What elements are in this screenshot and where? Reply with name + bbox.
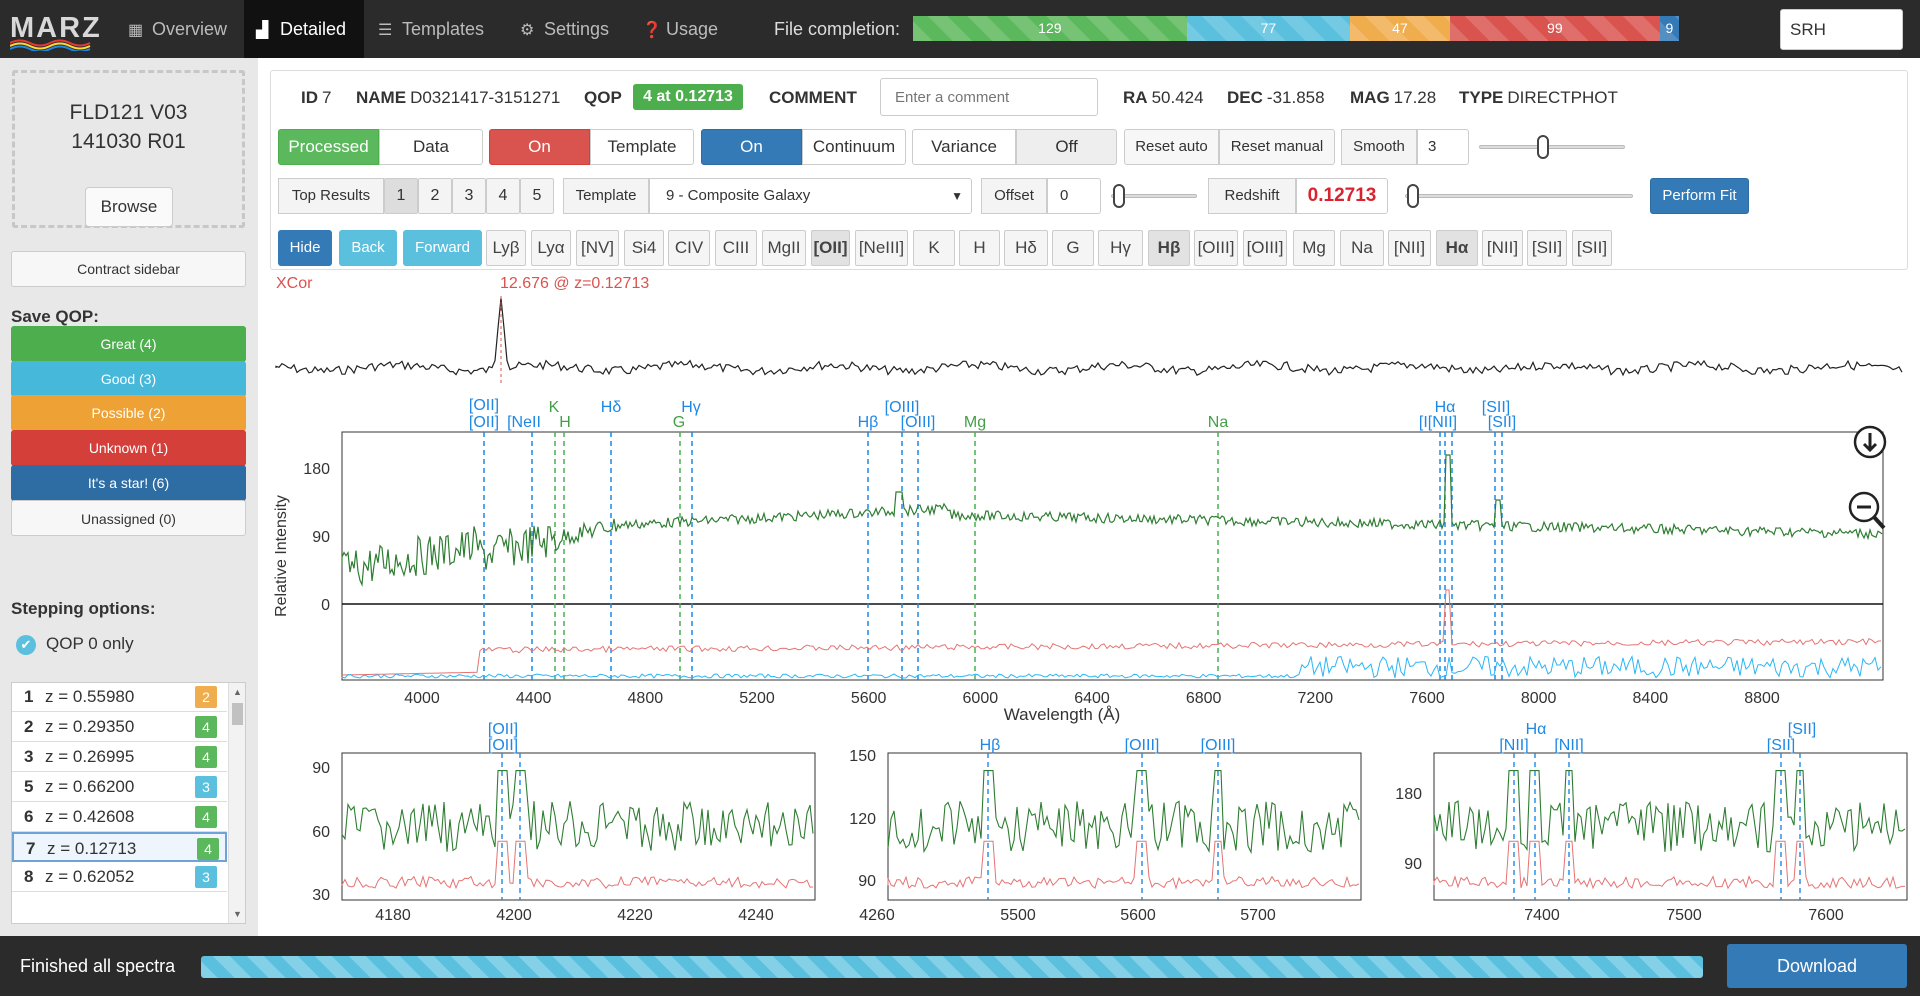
zoom-x-tick-label: 7500 — [1666, 907, 1702, 924]
x-tick-label: 8000 — [1521, 690, 1557, 707]
y-tick-label: 180 — [303, 461, 330, 478]
xcor-trace — [275, 297, 1903, 377]
zoom-x-tick-label: 5700 — [1240, 907, 1276, 924]
emission-line-label: [SII] — [1488, 414, 1516, 431]
progress-bar — [201, 956, 1703, 978]
zoom-x-tick-label: 7400 — [1524, 907, 1560, 924]
zoom-line-label: [SII] — [1788, 721, 1816, 738]
zoom-x-tick-label: 5500 — [1000, 907, 1036, 924]
zoom-y-tick-label: 60 — [312, 824, 330, 841]
emission-line-label: [OIII] — [901, 414, 936, 431]
zoom-y-tick-label: 180 — [1395, 786, 1422, 803]
x-tick-label: 4000 — [404, 690, 440, 707]
emission-line-label: [OII] — [469, 397, 499, 414]
zoom-x-tick-label: 4200 — [496, 907, 532, 924]
x-tick-label: 6800 — [1186, 690, 1222, 707]
zoom-x-tick-label: 7600 — [1808, 907, 1844, 924]
xcor-label: XCor — [276, 275, 313, 292]
download-plot-icon[interactable] — [1853, 425, 1887, 459]
spectrum-plots: XCor 12.676 @ z=0.12713 180 90 0 4000 4400 4800… — [273, 275, 1908, 924]
x-tick-label: 7200 — [1298, 690, 1334, 707]
emission-line-label: [I[NII] — [1419, 414, 1457, 431]
zoom-line-label: [SII] — [1767, 737, 1795, 754]
x-tick-label: 6000 — [963, 690, 999, 707]
xcor-peak-label: 12.676 @ z=0.12713 — [500, 275, 649, 292]
absorption-line-label: H — [559, 414, 571, 431]
x-tick-label: 5200 — [739, 690, 775, 707]
zoom-x-tick-label: 4260 — [859, 907, 895, 924]
zoom-y-tick-label: 120 — [849, 811, 876, 828]
zoom-x-tick-label: 4220 — [617, 907, 653, 924]
emission-line-label: [OII] — [469, 414, 499, 431]
zoom-y-tick-label: 90 — [1404, 856, 1422, 873]
y-tick-label: 90 — [312, 529, 330, 546]
zoom-line-label: [NII] — [1499, 737, 1528, 754]
zoom-line-label: [OIII] — [1125, 737, 1160, 754]
zoom-x-tick-label: 4180 — [375, 907, 411, 924]
absorption-line-label: Mg — [964, 414, 986, 431]
absorption-line-label: K — [549, 399, 560, 416]
y-tick-label: 0 — [321, 597, 330, 614]
emission-line-label: Hβ — [858, 414, 879, 431]
zoom-line-label: [OIII] — [1201, 737, 1236, 754]
zoom-x-tick-label: 4240 — [738, 907, 774, 924]
x-tick-label: 8400 — [1633, 690, 1669, 707]
download-button[interactable]: Download — [1727, 944, 1907, 988]
zoom-y-tick-label: 150 — [849, 748, 876, 765]
zoom-x-tick-label: 5600 — [1120, 907, 1156, 924]
x-tick-label: 5600 — [851, 690, 887, 707]
zoom-line-label: [OII] — [488, 737, 518, 754]
zoom-chart-frame — [1433, 752, 1908, 901]
zoom-chart-frame — [887, 752, 1362, 901]
zoom-line-label: Hβ — [980, 737, 1001, 754]
zoom-line-label: [NII] — [1554, 737, 1583, 754]
x-tick-label: 4400 — [516, 690, 552, 707]
absorption-line-label: G — [673, 414, 685, 431]
zoom-y-tick-label: 30 — [312, 887, 330, 904]
zoom-y-tick-label: 90 — [312, 760, 330, 777]
zoom-line-label: [OII] — [488, 721, 518, 738]
x-tick-label: 7600 — [1409, 690, 1445, 707]
status-text: Finished all spectra — [20, 956, 176, 976]
zoom-y-tick-label: 90 — [858, 873, 876, 890]
y-axis-label: Relative Intensity — [273, 495, 290, 617]
x-tick-label: 4800 — [628, 690, 664, 707]
emission-line-label: Hδ — [601, 399, 622, 416]
zoom-line-label: Hα — [1526, 721, 1547, 738]
footer-bar: Finished all spectra Download — [0, 936, 1920, 996]
absorption-line-label: Na — [1208, 414, 1229, 431]
x-tick-label: 8800 — [1744, 690, 1780, 707]
main-chart-frame — [341, 431, 1884, 681]
emission-line-label: [NeII — [507, 414, 541, 431]
x-axis-label: Wavelength (Å) — [1004, 705, 1121, 724]
